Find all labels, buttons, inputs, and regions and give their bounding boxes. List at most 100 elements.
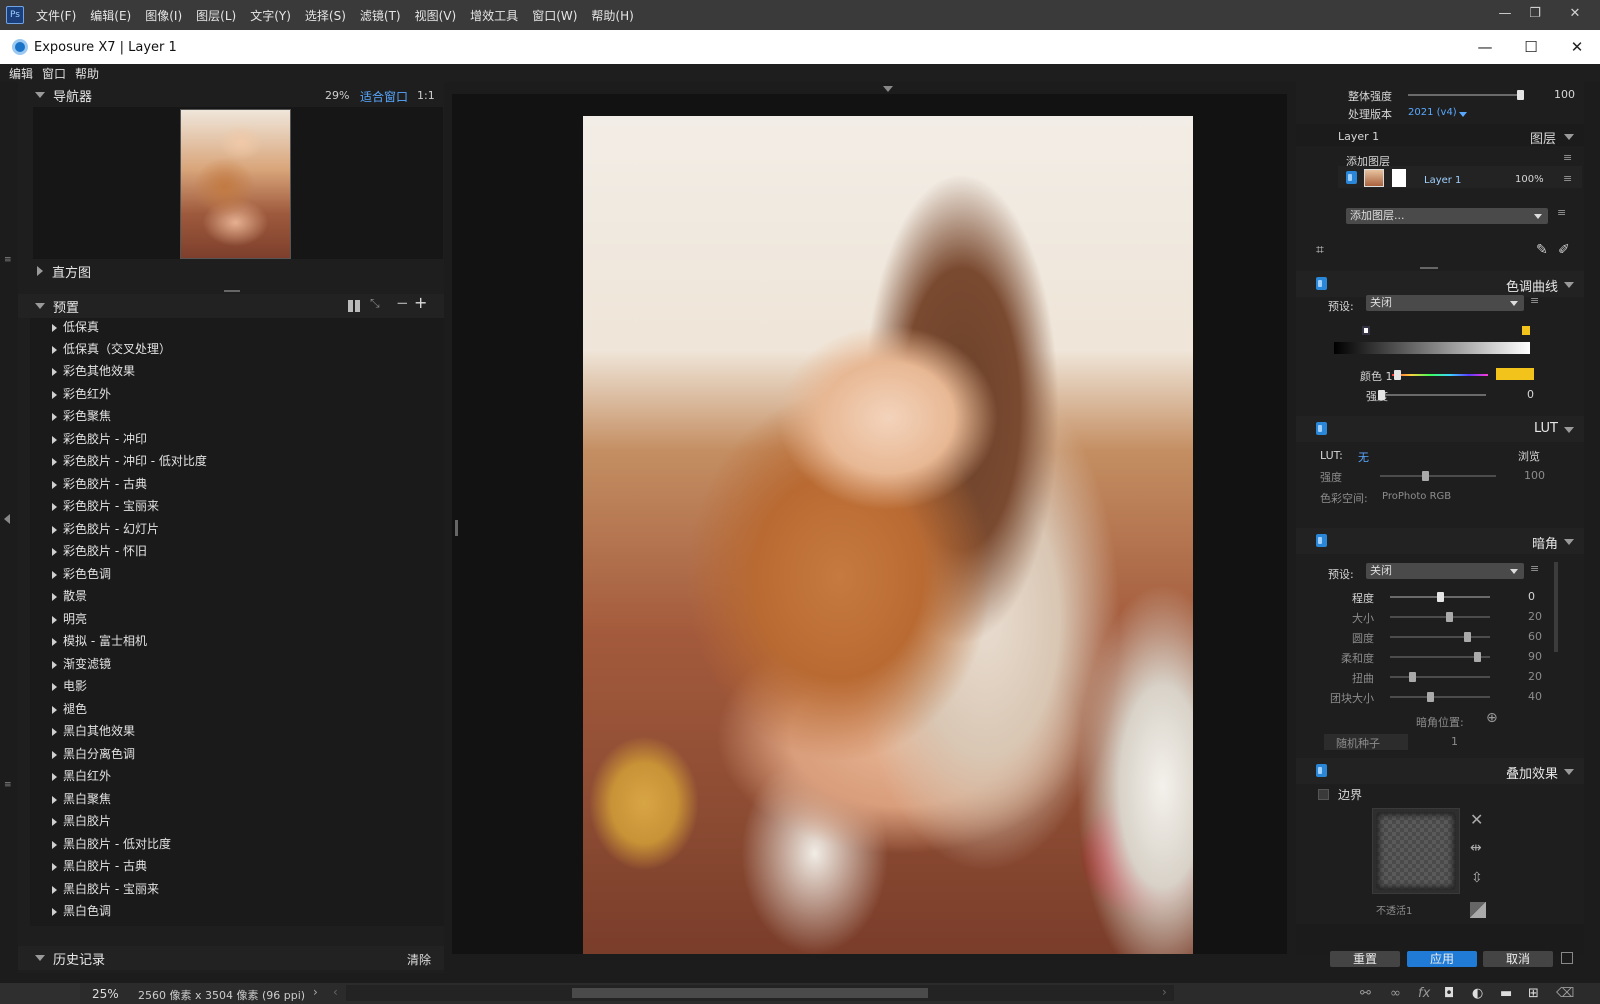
ps-close-icon[interactable]: ✕	[1560, 0, 1590, 30]
preset-folder[interactable]: 低保真	[52, 318, 99, 338]
preset-folder[interactable]: 渐变滤镜	[52, 655, 111, 675]
adjustment-icon[interactable]: ◐	[1472, 986, 1483, 1001]
collapse-top-icon[interactable]	[883, 86, 893, 92]
maximize-icon[interactable]: ☐	[1508, 30, 1554, 64]
preset-folder[interactable]: 彩色胶片 - 幻灯片	[52, 520, 159, 540]
chain-icon[interactable]: ∞	[1390, 986, 1401, 1001]
scroll-right-icon[interactable]: ›	[1162, 985, 1167, 999]
preset-folder[interactable]: 黑白胶片 - 低对比度	[52, 835, 171, 855]
vignette-softness-slider[interactable]	[1390, 652, 1490, 662]
flip-horizontal-icon[interactable]: ⇹	[1470, 840, 1482, 856]
crop-icon[interactable]: ⌗	[1316, 242, 1324, 258]
grid-view-icon[interactable]	[348, 300, 360, 312]
left-edge-grip-icon[interactable]: ≡	[4, 255, 12, 265]
add-preset-icon[interactable]: +	[414, 293, 427, 312]
add-position-icon[interactable]: ⊕	[1486, 710, 1498, 726]
preset-folder[interactable]: 黑白胶片 - 古典	[52, 857, 147, 877]
ps-menu-layer[interactable]: 图层(L)	[196, 7, 236, 24]
brush-icon[interactable]: ✎	[1536, 242, 1548, 258]
menu-help[interactable]: 帮助	[75, 65, 99, 82]
lut-select[interactable]: 无	[1358, 449, 1369, 465]
process-version-select[interactable]: 2021 (v4)	[1408, 107, 1457, 118]
ps-menu-image[interactable]: 图像(I)	[145, 7, 182, 24]
ps-menu-type[interactable]: 文字(Y)	[250, 7, 291, 24]
slider-knob[interactable]	[1473, 652, 1481, 662]
vignette-roundness-slider[interactable]	[1390, 632, 1490, 642]
preset-folder[interactable]: 彩色胶片 - 冲印	[52, 430, 147, 450]
slider-knob[interactable]	[1427, 692, 1435, 702]
chevron-right-icon[interactable]: ›	[313, 985, 318, 999]
ps-menu-select[interactable]: 选择(S)	[305, 7, 346, 24]
document-info[interactable]: 2560 像素 x 3504 像素 (96 ppi)	[138, 987, 305, 1003]
add-layer-select[interactable]: 添加图层...	[1346, 208, 1548, 224]
history-header[interactable]: 历史记录	[33, 947, 443, 969]
border-checkbox[interactable]	[1318, 789, 1329, 800]
panel-resize-grip[interactable]	[1420, 267, 1438, 269]
slider-knob[interactable]	[1436, 592, 1444, 602]
vignette-header[interactable]: 暗角	[1296, 528, 1584, 554]
link-icon[interactable]: ⚯	[1360, 986, 1371, 1001]
fit-window-button[interactable]: 适合窗口	[360, 88, 408, 105]
layer-menu-icon[interactable]: ≡	[1563, 151, 1572, 164]
slider-knob[interactable]	[1378, 390, 1385, 400]
scroll-left-icon[interactable]: ‹	[333, 985, 338, 999]
mask-icon[interactable]: ◘	[1444, 986, 1454, 1001]
panel-resize-grip[interactable]	[224, 290, 240, 292]
ps-menu-file[interactable]: 文件(F)	[36, 7, 76, 24]
preset-folder[interactable]: 黑白色调	[52, 902, 111, 922]
black-point-handle[interactable]	[1362, 326, 1370, 335]
layer-options-icon[interactable]: ≡	[1563, 172, 1572, 185]
vignette-enable-toggle[interactable]	[1316, 534, 1327, 547]
preset-folder[interactable]: 黑白胶片 - 宝丽来	[52, 880, 159, 900]
preset-folder[interactable]: 电影	[52, 677, 87, 697]
border-opacity-select[interactable]: 不透活1	[1376, 902, 1412, 917]
histogram-header[interactable]: 直方图	[33, 260, 443, 282]
color1-hue-slider[interactable]	[1392, 370, 1488, 380]
preset-folder[interactable]: 低保真（交叉处理）	[52, 340, 171, 360]
preset-folder[interactable]: 彩色胶片 - 冲印 - 低对比度	[52, 452, 207, 472]
ps-menu-view[interactable]: 视图(V)	[415, 7, 457, 24]
reset-button[interactable]: 重置	[1330, 951, 1400, 967]
preset-folder[interactable]: 彩色胶片 - 怀旧	[52, 542, 147, 562]
slider-knob[interactable]	[1394, 370, 1401, 380]
overlay-header[interactable]: 叠加效果	[1296, 758, 1584, 784]
lut-header[interactable]: LUT	[1296, 416, 1584, 442]
slider-knob[interactable]	[1422, 471, 1429, 481]
slider-knob[interactable]	[1517, 90, 1524, 100]
layer-mask-thumbnail[interactable]	[1392, 169, 1406, 187]
trash-icon[interactable]: ⌫	[1556, 986, 1574, 1001]
vignette-size-slider[interactable]	[1390, 612, 1490, 622]
ps-menu-window[interactable]: 窗口(W)	[532, 7, 577, 24]
preset-folder[interactable]: 彩色胶片 - 宝丽来	[52, 497, 159, 517]
layer-visibility-checkbox[interactable]	[1346, 171, 1357, 184]
history-clear-button[interactable]: 清除	[407, 951, 431, 968]
ps-menu-filter[interactable]: 滤镜(T)	[360, 7, 401, 24]
slider-knob[interactable]	[1464, 632, 1472, 642]
fx-icon[interactable]: fx	[1418, 986, 1430, 1001]
tone-gradient-bar[interactable]	[1334, 342, 1530, 354]
preset-folder[interactable]: 黑白其他效果	[52, 722, 135, 742]
navigator-thumbnail[interactable]	[180, 109, 291, 259]
remove-preset-icon[interactable]: −	[396, 294, 409, 312]
preset-folder[interactable]: 散景	[52, 587, 87, 607]
lut-strength-slider[interactable]	[1380, 471, 1496, 481]
vignette-amount-slider[interactable]	[1390, 592, 1490, 602]
slider-knob[interactable]	[1408, 672, 1416, 682]
close-icon[interactable]: ✕	[1554, 30, 1600, 64]
curve-strength-slider[interactable]	[1378, 390, 1486, 400]
preset-folder[interactable]: 彩色聚焦	[52, 407, 111, 427]
photo-preview[interactable]	[583, 116, 1193, 954]
ps-restore-icon[interactable]: ❐	[1520, 0, 1550, 30]
white-point-handle[interactable]	[1522, 326, 1530, 335]
vignette-preset-menu-icon[interactable]: ≡	[1530, 562, 1539, 575]
vignette-preset-select[interactable]: 关闭	[1366, 563, 1524, 579]
preset-folder[interactable]: 黑白聚焦	[52, 790, 111, 810]
cancel-button[interactable]: 取消	[1483, 951, 1553, 967]
minimize-icon[interactable]: —	[1462, 30, 1508, 64]
preset-folder[interactable]: 彩色其他效果	[52, 362, 135, 382]
ps-menu-help[interactable]: 帮助(H)	[591, 7, 633, 24]
menu-edit[interactable]: 编辑	[9, 65, 33, 82]
vignette-distortion-slider[interactable]	[1390, 672, 1490, 682]
new-layer-icon[interactable]: ⊞	[1528, 986, 1539, 1001]
colorspace-select[interactable]: ProPhoto RGB	[1382, 491, 1451, 502]
